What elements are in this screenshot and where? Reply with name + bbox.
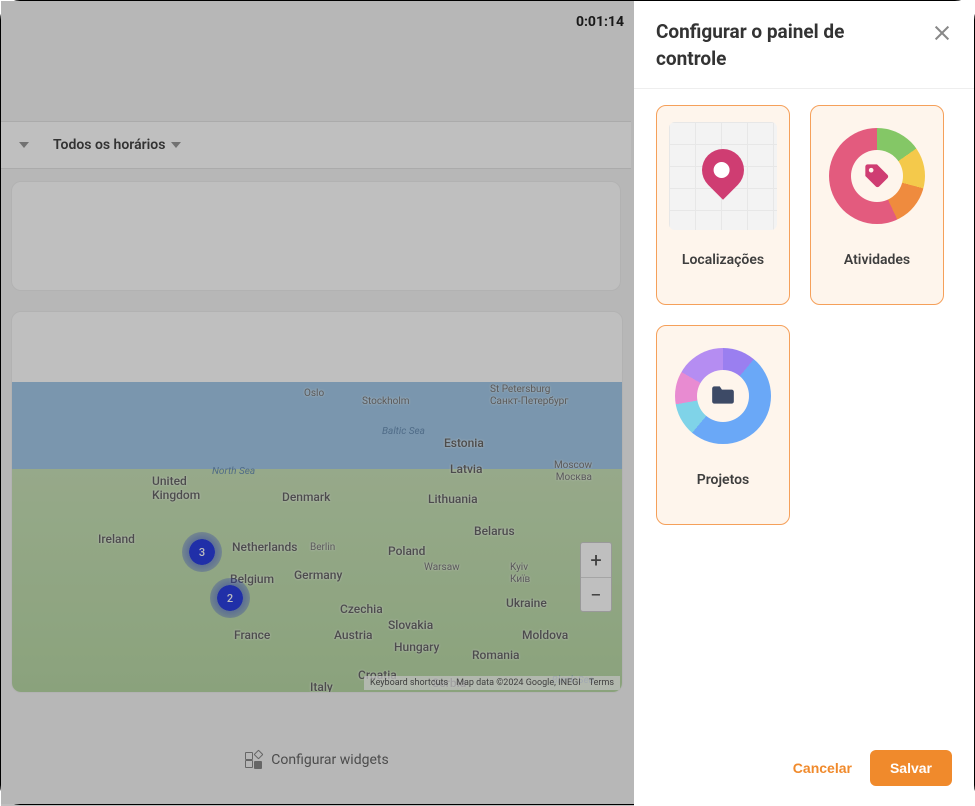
widget-label: Projetos [697, 472, 750, 488]
city-label: Berlin [310, 542, 335, 553]
country-label: Ukraine [506, 596, 547, 610]
city-label: Київ [510, 574, 530, 585]
country-label: Poland [388, 544, 425, 558]
tag-icon [863, 162, 891, 190]
donut-chart-icon [829, 128, 925, 224]
country-label: Austria [334, 628, 373, 642]
folder-icon [710, 384, 736, 406]
terms-link[interactable]: Terms [589, 678, 614, 688]
session-timer: 0:01:14 [576, 14, 624, 30]
widget-label: Atividades [844, 252, 910, 268]
country-label: Lithuania [428, 492, 478, 506]
country-label: Hungary [394, 640, 439, 654]
city-label: Stockholm [362, 396, 410, 407]
map-canvas[interactable]: North Sea Baltic Sea Black Sea Oslo Stoc… [12, 382, 622, 692]
panel-body: Localizações Atividades Projetos [634, 89, 974, 736]
save-button[interactable]: Salvar [870, 750, 952, 786]
map-cluster-marker[interactable]: 2 [210, 578, 250, 618]
cancel-button[interactable]: Cancelar [793, 760, 852, 776]
donut-chart-icon [675, 348, 771, 444]
chevron-down-icon[interactable] [19, 142, 29, 148]
close-icon[interactable] [932, 23, 952, 43]
country-label: Romania [472, 648, 520, 662]
panel-footer: Cancelar Salvar [634, 736, 974, 806]
country-label: Germany [294, 568, 342, 582]
city-label: Oslo [304, 388, 324, 399]
map-widget-card: North Sea Baltic Sea Black Sea Oslo Stoc… [11, 311, 623, 693]
widget-option-projects[interactable]: Projetos [656, 325, 790, 525]
city-label: Moscow [554, 460, 592, 471]
city-label: Москва [556, 472, 592, 483]
country-label: Ireland [98, 532, 135, 546]
panel-header: Configurar o painel de controle [634, 1, 974, 89]
map-zoom-control: + − [580, 542, 612, 612]
sea-label: North Sea [212, 466, 255, 477]
country-label: Moldova [522, 628, 568, 642]
locations-thumbnail [669, 122, 777, 230]
time-filter-label: Todos os horários [53, 137, 165, 153]
city-label: St Petersburg [490, 384, 550, 395]
country-label: Belarus [474, 524, 515, 538]
city-label: Warsaw [424, 562, 460, 573]
map-attribution: Keyboard shortcuts Map data ©2024 Google… [364, 676, 620, 690]
marker-count: 2 [227, 592, 233, 605]
configure-widgets-label: Configurar widgets [271, 752, 388, 768]
map-data-text: Map data ©2024 Google, INEGI [456, 678, 581, 688]
panel-title: Configurar o painel de controle [656, 19, 896, 72]
country-label: Italy [310, 680, 333, 692]
widget-option-locations[interactable]: Localizações [656, 105, 790, 305]
widget-card-placeholder [11, 181, 621, 291]
map-cluster-marker[interactable]: 3 [182, 532, 222, 572]
city-label: Kyiv [510, 562, 528, 573]
zoom-in-button[interactable]: + [581, 543, 611, 577]
configure-dashboard-panel: Configurar o painel de controle Localiza… [634, 1, 974, 806]
country-label: France [234, 628, 270, 642]
marker-count: 3 [199, 546, 205, 559]
country-label: Latvia [450, 462, 482, 476]
country-label: United Kingdom [152, 474, 200, 502]
widgets-icon [245, 752, 261, 768]
country-label: Netherlands [232, 540, 297, 554]
widget-label: Localizações [682, 252, 764, 268]
city-label: Санкт-Петербург [490, 396, 569, 407]
country-label: Slovakia [388, 618, 433, 632]
country-label: Estonia [444, 436, 484, 450]
projects-thumbnail [669, 342, 777, 450]
country-label: Czechia [340, 602, 383, 616]
country-label: Denmark [282, 490, 330, 504]
sea-label: Baltic Sea [382, 426, 425, 437]
keyboard-shortcuts-link[interactable]: Keyboard shortcuts [370, 678, 448, 688]
map-pin-icon [693, 140, 752, 199]
time-filter-dropdown[interactable]: Todos os horários [53, 137, 181, 153]
configure-widgets-button[interactable]: Configurar widgets [11, 731, 623, 789]
chevron-down-icon [171, 142, 181, 148]
activities-thumbnail [823, 122, 931, 230]
widget-option-activities[interactable]: Atividades [810, 105, 944, 305]
zoom-out-button[interactable]: − [581, 577, 611, 611]
filter-bar: Todos os horários [1, 121, 631, 169]
